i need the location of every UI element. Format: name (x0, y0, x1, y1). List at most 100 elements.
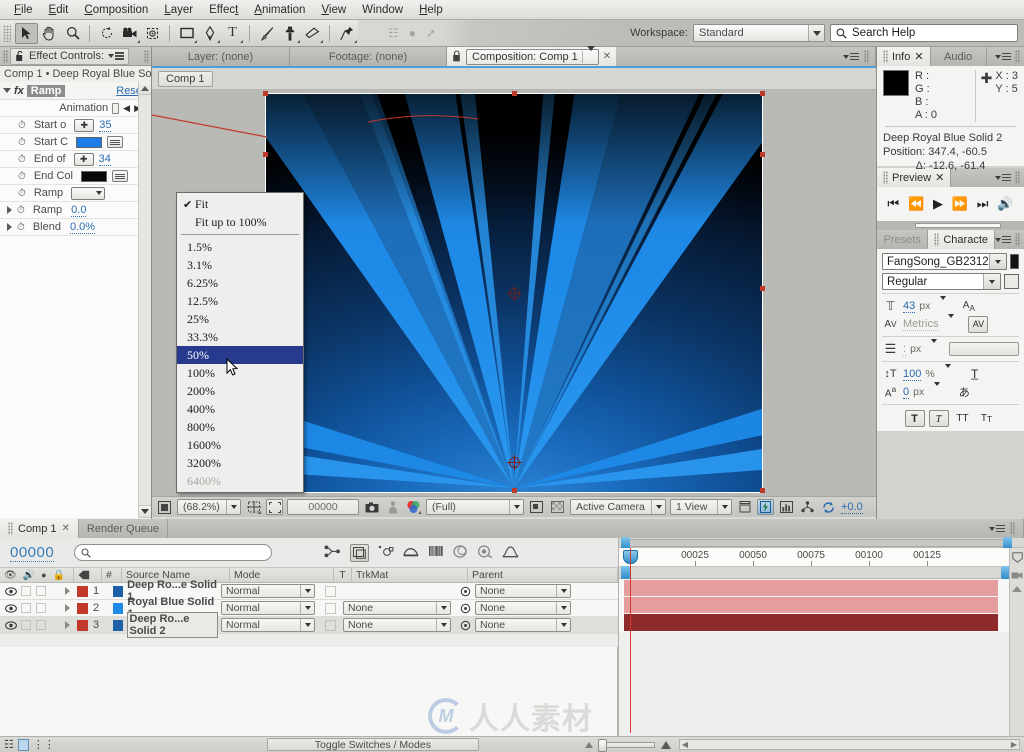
param-value[interactable]: 0.0 (71, 204, 87, 217)
selection-handle-mr[interactable] (760, 152, 765, 157)
menu-item-zoom-25[interactable]: 25% (177, 310, 303, 328)
comp-flowchart-icon[interactable] (799, 499, 816, 515)
panel-grip-icon-11[interactable] (1010, 522, 1015, 535)
menu-item-zoom-400[interactable]: 400% (177, 400, 303, 418)
composition-canvas[interactable] (263, 91, 765, 493)
layer-bar-1[interactable] (624, 580, 998, 596)
header-t[interactable]: T (334, 568, 352, 582)
channel-select-icon[interactable] (405, 499, 422, 515)
layer-expand-triangle-2[interactable] (62, 600, 74, 616)
selection-handle-tl[interactable] (263, 91, 268, 96)
panel-menu-icon-2[interactable] (843, 52, 859, 61)
layer-parent-cell-3[interactable]: None (472, 617, 618, 633)
menu-item-zoom-1600[interactable]: 1600% (177, 436, 303, 454)
time-ruler[interactable]: 00025 00050 00075 00100 00125 (619, 548, 1024, 567)
stroke-color-swatch[interactable] (1004, 274, 1019, 289)
menu-item-zoom-50[interactable]: 50% (177, 346, 303, 364)
tracking-icon[interactable]: AV (968, 315, 989, 333)
navigator-thumb[interactable] (623, 539, 1010, 547)
shape-tool-icon[interactable] (175, 23, 198, 44)
param-value[interactable]: 0.0% (69, 221, 96, 234)
layer-lock-toggle-3[interactable] (48, 617, 62, 633)
hand-tool-icon[interactable] (38, 23, 61, 44)
stopwatch-icon[interactable]: ⏱ (18, 120, 26, 131)
panel-grip-icon-7[interactable] (1015, 171, 1020, 184)
panel-menu-icon[interactable] (108, 52, 124, 60)
auto-keyframe-icon[interactable] (477, 544, 493, 561)
param-row-end-of-ramp[interactable]: ⏱ End of ✚ 34 (0, 151, 151, 168)
header-mode[interactable]: Mode (230, 568, 334, 582)
menu-item-zoom-200[interactable]: 200% (177, 382, 303, 400)
fast-previews-icon[interactable] (757, 499, 774, 515)
layer-solo-toggle[interactable] (33, 583, 48, 599)
chevron-down-icon-2[interactable] (581, 45, 595, 63)
timeline-link-icon[interactable] (778, 499, 795, 515)
layer-audio-toggle-3[interactable] (18, 617, 33, 633)
table-row[interactable]: 3 Deep Ro...e Solid 2 Normal None None (0, 612, 618, 638)
menu-effect[interactable]: Effect (201, 2, 246, 18)
menu-window[interactable]: Window (354, 2, 411, 18)
snapshot-camera-icon[interactable] (363, 499, 380, 515)
menu-item-fit[interactable]: ✔ Fit (177, 195, 303, 213)
layer-parent-cell-2[interactable]: None (472, 600, 618, 616)
vertical-scale-value[interactable]: 100 (903, 368, 922, 381)
work-area-bar[interactable] (619, 566, 1024, 579)
tab-comp1-timeline[interactable]: Comp 1 ✕ (0, 519, 79, 538)
point-picker-icon-2[interactable]: ✚ (73, 152, 94, 166)
chevron-down-icon-13[interactable] (934, 382, 941, 398)
layer-lock-toggle-2[interactable] (48, 600, 62, 616)
menu-edit[interactable]: Edit (41, 2, 77, 18)
anchor-point-center[interactable] (507, 286, 522, 301)
menu-item-zoom-6-25[interactable]: 6.25% (177, 274, 303, 292)
menu-view[interactable]: View (313, 2, 354, 18)
search-help-input[interactable]: Search Help (830, 24, 1018, 42)
disclosure-triangle-icon-2[interactable] (7, 206, 12, 214)
layer-label-color[interactable] (74, 583, 90, 599)
layer-visibility-toggle[interactable] (0, 583, 18, 599)
exposure-reset-icon[interactable] (820, 499, 837, 515)
menu-item-zoom-12-5[interactable]: 12.5% (177, 292, 303, 310)
zoom-out-icon[interactable] (584, 741, 593, 748)
layer-mode-select-2[interactable]: Normal (221, 601, 315, 615)
panel-grip-icon-2[interactable] (144, 49, 149, 63)
menu-layer[interactable]: Layer (156, 2, 201, 18)
timeline-empty-area[interactable] (0, 647, 618, 736)
layer-trkmat-cell-2[interactable]: None (340, 600, 456, 616)
panel-grip-icon-4[interactable] (883, 50, 888, 63)
workspace-select[interactable]: Standard (693, 24, 825, 42)
menu-help[interactable]: Help (411, 2, 451, 18)
tab-effect-controls[interactable]: Effect Controls: (10, 47, 129, 65)
selection-handle-ml[interactable] (263, 152, 268, 157)
graph-editor-button[interactable]: ⋮⋮ (33, 738, 55, 751)
effect-controls-scrollbar[interactable] (138, 82, 151, 518)
close-icon-timeline[interactable]: ✕ (62, 523, 70, 534)
leading-auto-icon[interactable]: AA (960, 300, 977, 313)
scroll-right-icon[interactable]: ▶ (1011, 740, 1017, 749)
camera-view-icon[interactable] (1011, 569, 1023, 580)
all-caps-button[interactable]: TT (953, 410, 973, 427)
tab-presets[interactable]: Presets (877, 230, 929, 249)
panel-menu-icon-5[interactable] (995, 235, 1011, 244)
param-row-ramp-shape[interactable]: ⏱ Ramp (0, 185, 151, 202)
panel-grip-icon-9[interactable] (1015, 233, 1020, 246)
layer-solo-toggle-2[interactable] (33, 600, 48, 616)
eraser-tool-icon[interactable] (301, 23, 324, 44)
param-row-start-color[interactable]: ⏱ Start C (0, 134, 151, 151)
layer-trkmat-cell[interactable] (340, 583, 456, 599)
layer-label-color-3[interactable] (74, 617, 90, 633)
menu-item-fit-up-to-100[interactable]: Fit up to 100% (177, 213, 303, 231)
selection-handle-br[interactable] (760, 488, 765, 493)
preset-field[interactable] (112, 102, 120, 114)
audio-toggle-icon[interactable]: 🔊 (997, 196, 1013, 212)
header-index[interactable]: # (102, 568, 122, 582)
pen-tool-icon[interactable] (198, 23, 221, 44)
layer-trkmat-select-3[interactable]: None (343, 618, 451, 632)
param-value[interactable]: 34 (98, 153, 111, 166)
layer-parent-select-2[interactable]: None (475, 601, 571, 615)
panel-menu-icon-3[interactable] (995, 52, 1011, 61)
chevron-down-icon-9[interactable] (940, 296, 947, 312)
motion-blur-button[interactable] (17, 738, 29, 751)
selection-handle-bc[interactable] (512, 488, 517, 493)
draft-3d-icon[interactable] (350, 543, 370, 562)
selection-handle-tc[interactable] (512, 91, 517, 96)
